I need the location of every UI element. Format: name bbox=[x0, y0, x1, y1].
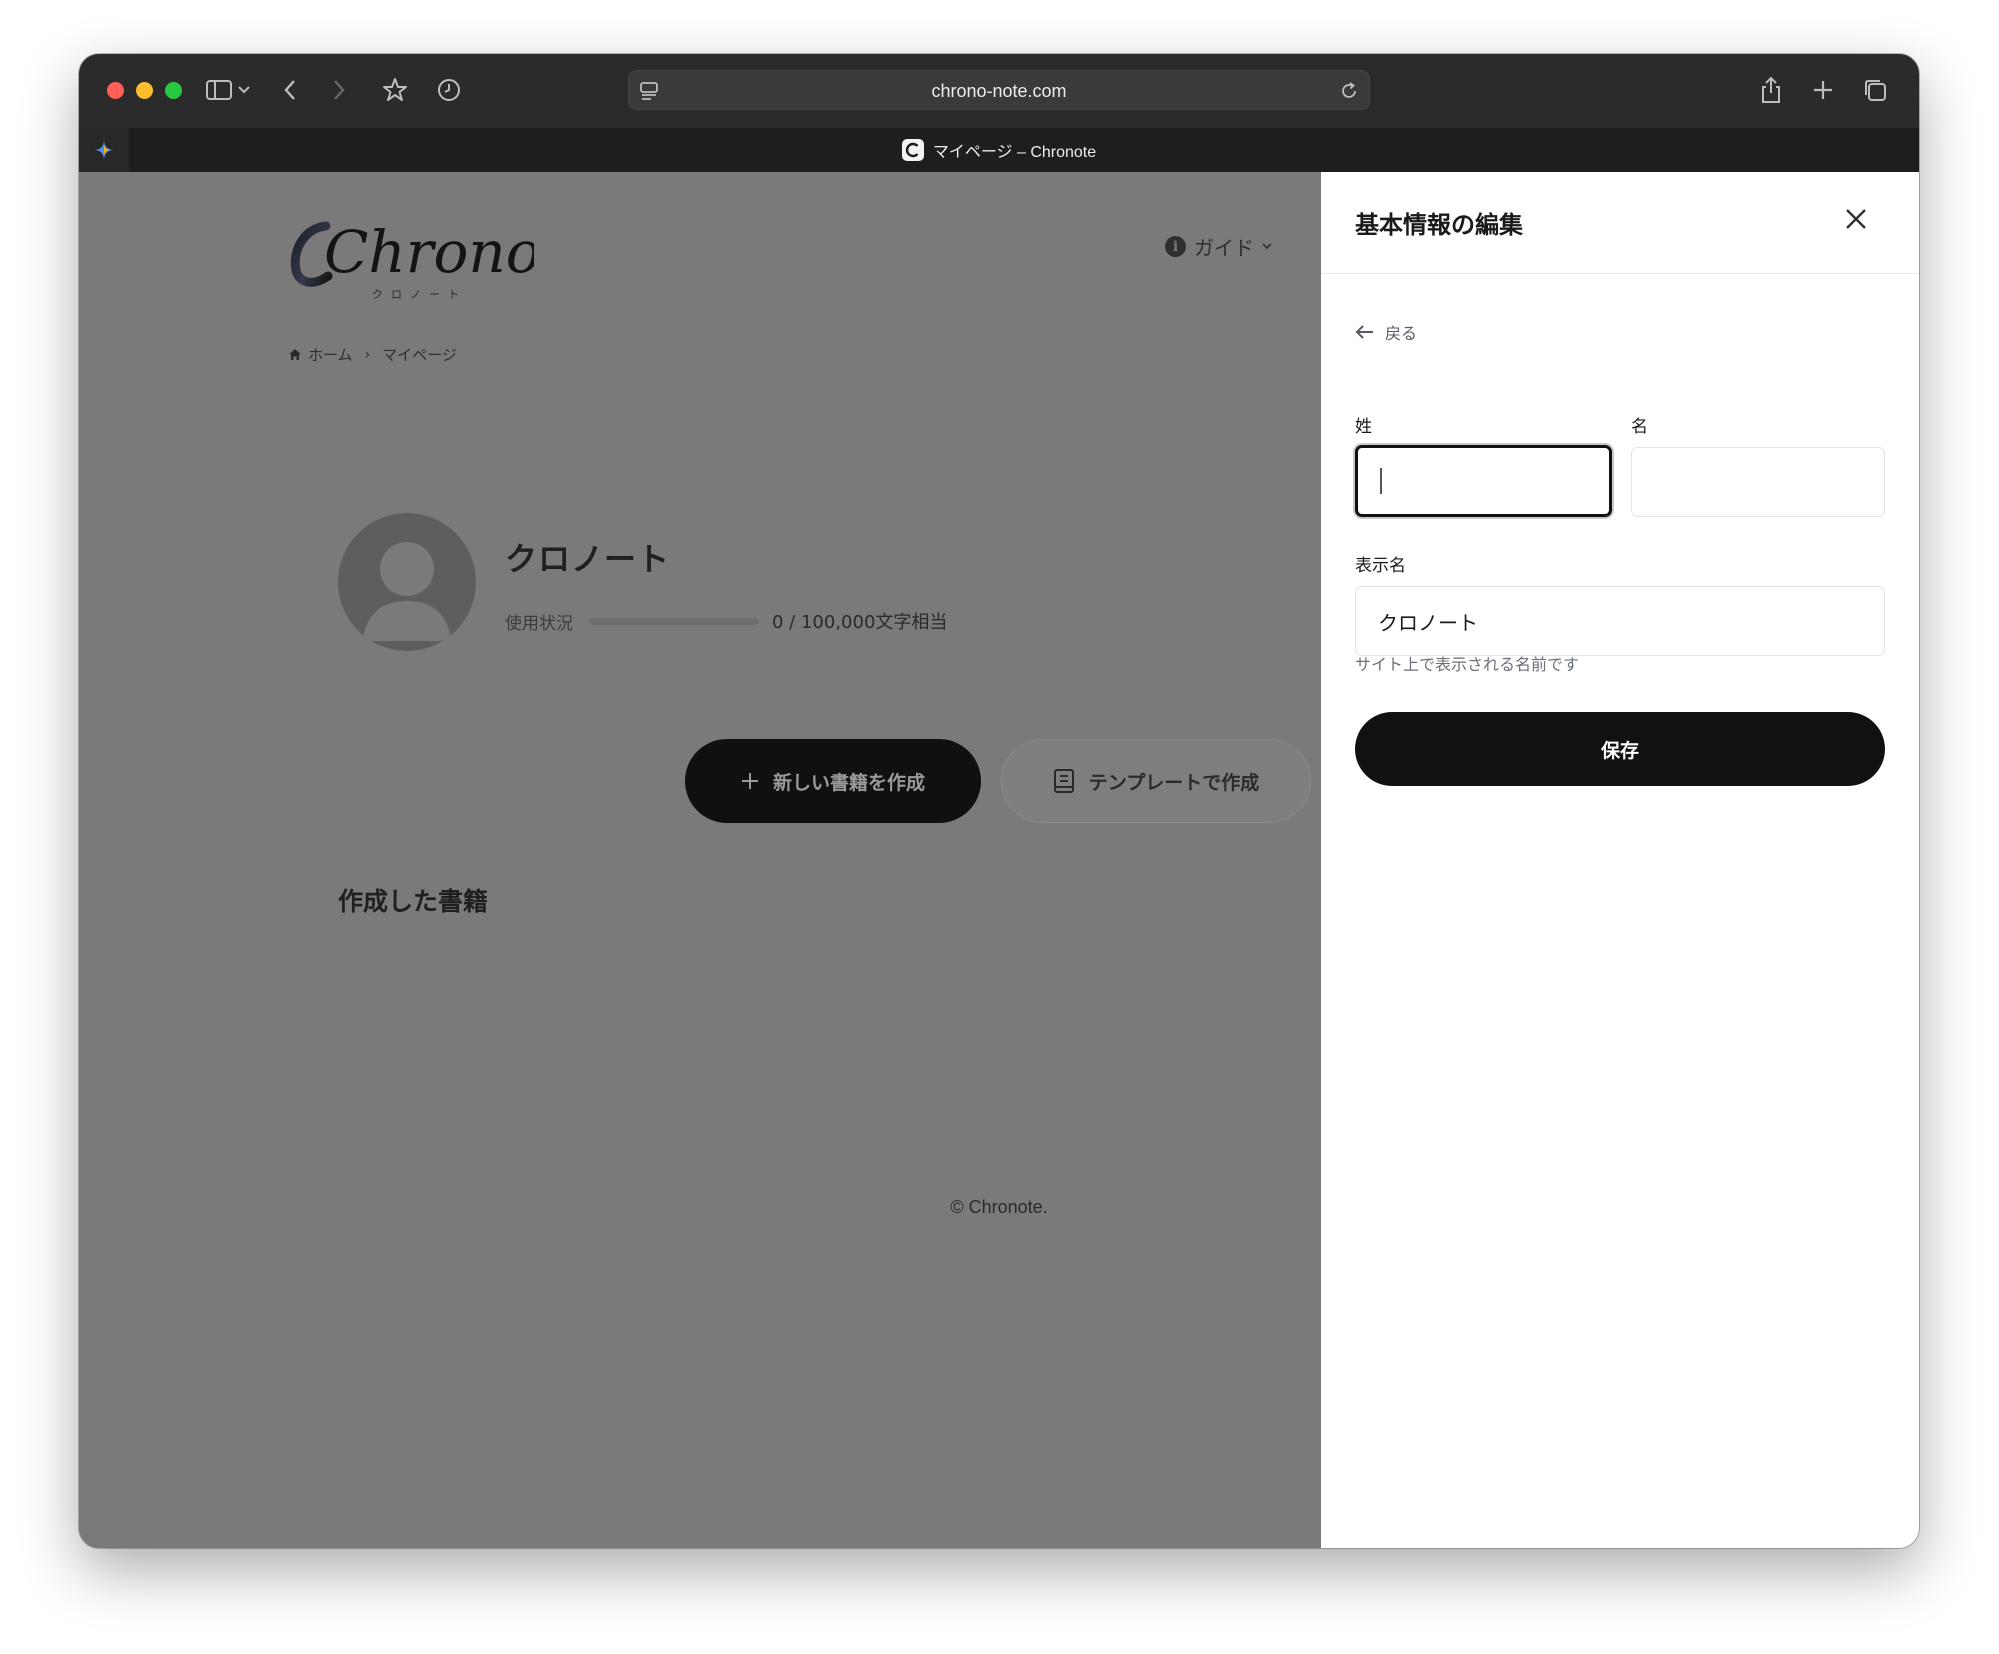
new-tab-plus-icon[interactable] bbox=[1805, 72, 1841, 108]
profile-name: クロノート bbox=[505, 540, 671, 578]
display-name-label: 表示名 bbox=[1355, 556, 1406, 576]
sidebar-toggle-icon[interactable] bbox=[201, 72, 237, 108]
chevron-right-icon: › bbox=[364, 346, 371, 363]
back-arrow-icon[interactable] bbox=[272, 72, 308, 108]
page-content-overlay[interactable]: Chronote クロノート i ガイド ホーム › マイページ クロノート 使… bbox=[79, 172, 1321, 1548]
template-create-button[interactable]: テンプレートで作成 bbox=[1001, 739, 1311, 823]
active-tab[interactable]: マイページ – Chronote bbox=[79, 128, 1919, 172]
browser-toolbar: chrono-note.com bbox=[79, 54, 1919, 128]
usage-value: 0 / 100,000文字相当 bbox=[772, 612, 948, 633]
back-link[interactable]: 戻る bbox=[1355, 320, 1417, 344]
edit-profile-panel: 基本情報の編集 戻る 姓 名 表示名 クロノート サイト上で表示される名前です … bbox=[1321, 172, 1919, 1548]
arrow-left-icon bbox=[1355, 325, 1373, 339]
chronote-logo[interactable]: Chronote クロノート bbox=[284, 198, 598, 308]
bookmark-star-icon[interactable] bbox=[377, 72, 413, 108]
last-name-label: 姓 bbox=[1355, 417, 1372, 437]
address-bar[interactable]: chrono-note.com bbox=[628, 70, 1370, 110]
history-clock-icon[interactable] bbox=[431, 72, 467, 108]
chronote-favicon-icon bbox=[901, 139, 924, 161]
home-icon[interactable] bbox=[288, 348, 302, 361]
book-icon bbox=[1053, 769, 1074, 793]
zoom-window-button[interactable] bbox=[165, 82, 182, 99]
tab-bar: マイページ – Chronote bbox=[79, 128, 1919, 172]
chevron-down-icon[interactable] bbox=[234, 72, 254, 108]
browser-window: chrono-note.com マイページ – Chronote Chrono … bbox=[79, 54, 1919, 1548]
new-book-button[interactable]: 新しい書籍を作成 bbox=[685, 739, 981, 823]
display-name-hint: サイト上で表示される名前です bbox=[1355, 655, 1580, 674]
guide-menu[interactable]: i ガイド bbox=[1165, 232, 1272, 261]
user-silhouette-icon bbox=[362, 542, 452, 641]
back-label: 戻る bbox=[1385, 324, 1418, 343]
chevron-down-icon bbox=[1262, 243, 1272, 250]
logo-subtext: クロノート bbox=[372, 288, 467, 301]
panel-title: 基本情報の編集 bbox=[1355, 211, 1523, 239]
minimize-window-button[interactable] bbox=[136, 82, 153, 99]
breadcrumb-mypage: マイページ bbox=[382, 346, 457, 364]
breadcrumb: ホーム › マイページ bbox=[288, 344, 457, 365]
avatar[interactable] bbox=[338, 513, 476, 651]
panel-header: 基本情報の編集 bbox=[1321, 172, 1919, 274]
forward-arrow-icon[interactable] bbox=[321, 72, 357, 108]
close-panel-button[interactable] bbox=[1840, 203, 1872, 235]
close-icon bbox=[1846, 209, 1866, 229]
guide-label: ガイド bbox=[1194, 236, 1254, 260]
usage-label: 使用状況 bbox=[505, 614, 573, 634]
save-button[interactable]: 保存 bbox=[1355, 712, 1885, 786]
share-icon[interactable] bbox=[1753, 72, 1789, 108]
created-books-heading: 作成した書籍 bbox=[338, 887, 489, 916]
info-icon: i bbox=[1165, 236, 1186, 257]
breadcrumb-home[interactable]: ホーム bbox=[308, 344, 353, 365]
last-name-input[interactable] bbox=[1355, 445, 1612, 517]
tab-overview-icon[interactable] bbox=[1857, 72, 1893, 108]
usage-progress-bar bbox=[589, 618, 759, 625]
template-create-label: テンプレートで作成 bbox=[1088, 771, 1260, 794]
first-name-input[interactable] bbox=[1631, 447, 1885, 517]
new-book-label: 新しい書籍を作成 bbox=[772, 771, 925, 794]
text-caret bbox=[1380, 468, 1382, 494]
plus-icon bbox=[741, 773, 758, 789]
address-url[interactable]: chrono-note.com bbox=[629, 71, 1369, 111]
display-name-value: クロノート bbox=[1378, 610, 1478, 635]
logo-wordmark: Chronote bbox=[324, 218, 534, 286]
close-window-button[interactable] bbox=[107, 82, 124, 99]
reload-icon[interactable] bbox=[1339, 81, 1359, 101]
display-name-input[interactable]: クロノート bbox=[1355, 586, 1885, 656]
first-name-label: 名 bbox=[1631, 417, 1648, 437]
tab-title: マイページ – Chronote bbox=[932, 144, 1097, 161]
